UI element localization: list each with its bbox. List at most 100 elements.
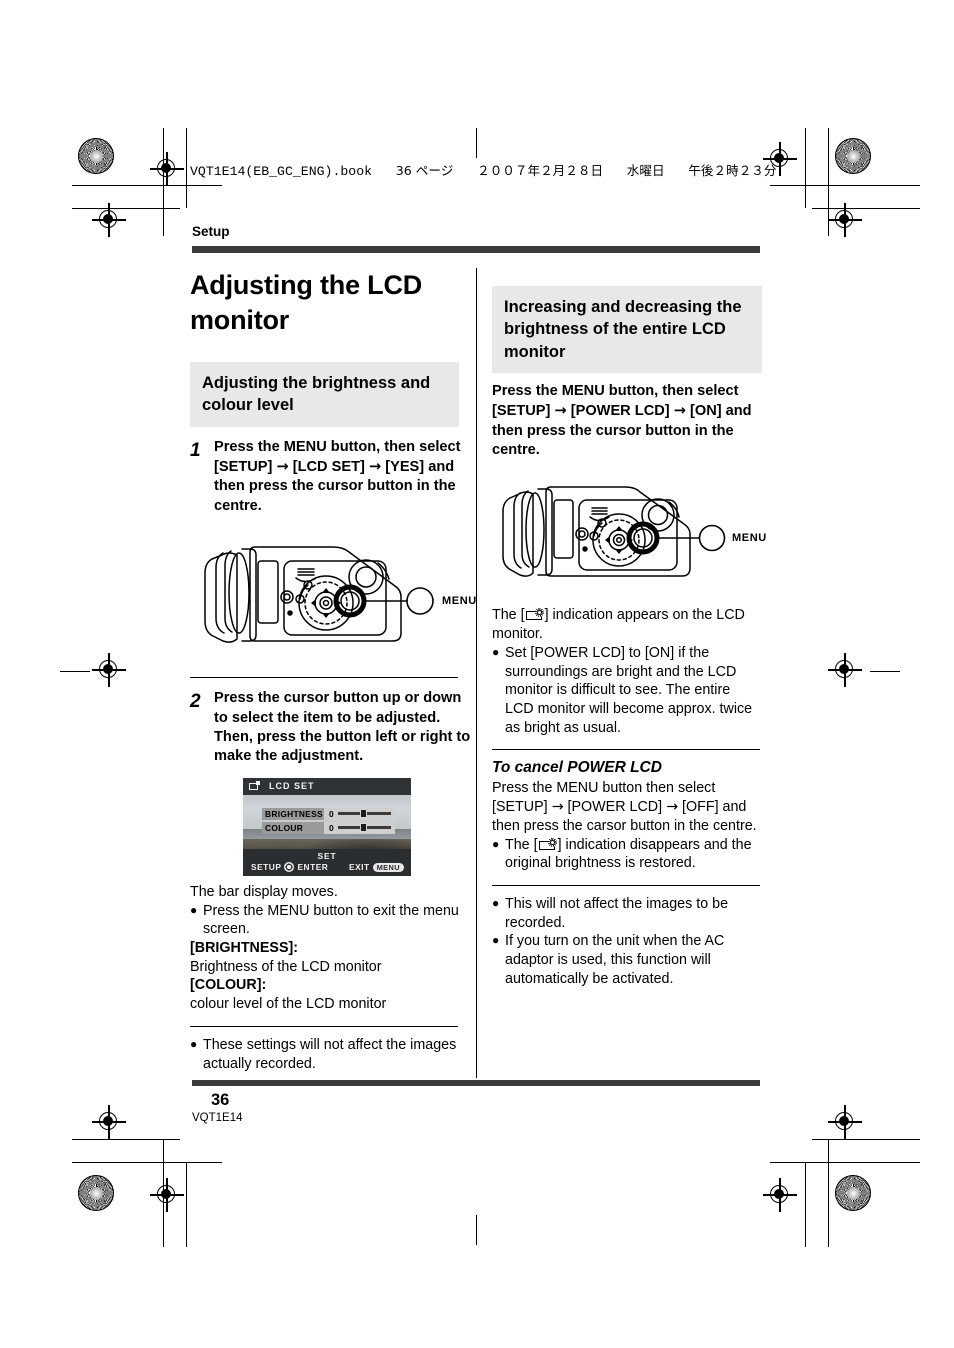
crop-tick-right-centre xyxy=(870,671,900,673)
bullet-exit-menu: ● Press the MENU button to exit the menu… xyxy=(190,902,475,939)
screen-title-bar: LCD SET xyxy=(243,777,411,795)
cancel-bullet-prefix: The [ xyxy=(505,836,538,853)
step-2-number: 2 xyxy=(190,691,201,713)
menu-key-pill: MENU xyxy=(372,862,404,872)
step-1-text: Press the MENU button, then select [SETU… xyxy=(214,438,475,517)
screen-hint-exit-label: EXIT xyxy=(349,861,370,872)
definition-colour: colour level of the LCD monitor xyxy=(190,996,387,1013)
power-lcd-indicator-icon xyxy=(525,608,544,621)
crop-line-tr-v1 xyxy=(828,128,830,236)
page-number: 36 xyxy=(211,1091,230,1109)
term-brightness: [BRIGHTNESS]: xyxy=(190,940,299,957)
menu-callout-circle xyxy=(406,587,434,616)
colour-slider-track[interactable] xyxy=(337,823,391,833)
registration-target-left-middle xyxy=(92,653,126,687)
crop-line-bl-h1 xyxy=(72,1162,222,1164)
colour-value: 0 xyxy=(329,822,334,833)
brightness-slider-track[interactable] xyxy=(337,809,391,819)
bullet-dot-icon: ● xyxy=(492,644,500,659)
print-header-filename: VQT1E14(EB_GC_ENG).book xyxy=(190,164,373,179)
registration-target-left-lower xyxy=(92,1105,126,1139)
right-column: Increasing and decreasing the brightness… xyxy=(492,268,767,989)
divider-after-figure1 xyxy=(190,677,458,679)
arrow-icon: → xyxy=(673,402,686,420)
setting-label-brightness: BRIGHTNESS xyxy=(262,807,324,820)
setting-row-colour[interactable]: COLOUR 0 xyxy=(262,821,395,834)
camera-illustration-power-lcd: MENU xyxy=(496,468,767,598)
crop-line-tl-h1 xyxy=(72,185,222,187)
print-density-star-mark-bottom-right xyxy=(835,1175,871,1211)
divider-before-final-note xyxy=(190,1025,458,1027)
screen-bottom-bar: SET SETUP ENTER EXIT MENU xyxy=(243,848,411,876)
setting-value-colour[interactable]: 0 xyxy=(324,821,395,834)
lcd-set-screen-screenshot: LCD SET BRIGHTNESS 0 COLOUR 0 SET SETUP … xyxy=(243,777,411,876)
page-title: Adjusting the LCD monitor xyxy=(190,270,423,335)
camera-diagram-svg xyxy=(502,486,726,578)
menu-callout-label: MENU xyxy=(442,595,477,608)
document-code: VQT1E14 xyxy=(192,1112,243,1124)
brightness-value: 0 xyxy=(329,808,334,819)
camera-diagram-svg xyxy=(204,546,434,644)
screen-setting-rows: BRIGHTNESS 0 COLOUR 0 xyxy=(262,807,395,836)
step-2-text: Press the cursor button up or down to se… xyxy=(214,690,471,765)
bullet-dot-icon: ● xyxy=(190,1036,198,1051)
crop-line-br-h1 xyxy=(770,1162,920,1164)
arrow-icon: → xyxy=(276,458,289,476)
menu-callout-label: MENU xyxy=(732,532,767,545)
brightness-slider-knob[interactable] xyxy=(360,809,368,819)
crop-line-br-v2 xyxy=(805,1162,807,1247)
cancel-power-lcd-instruction: Press the MENU button then select [SETUP… xyxy=(492,779,762,835)
bullet-no-effect-on-images: ● This will not affect the images to be … xyxy=(492,895,762,932)
bullet-indication-disappears: ● The [] indication disappears and the o… xyxy=(492,836,762,873)
screen-bottom-hints: SETUP ENTER EXIT MENU xyxy=(243,861,411,872)
subheading-power-lcd: Increasing and decreasing the brightness… xyxy=(492,286,762,373)
bullet-no-effect-on-images-text: This will not affect the images to be re… xyxy=(505,896,729,931)
bullet-set-power-lcd-on-text: Set [POWER LCD] to [ON] if the surroundi… xyxy=(505,644,753,736)
setting-value-brightness[interactable]: 0 xyxy=(324,807,395,820)
heading-cancel-power-lcd: To cancel POWER LCD xyxy=(492,759,662,777)
column-divider xyxy=(476,268,477,1078)
definition-brightness: Brightness of the LCD monitor xyxy=(190,958,382,975)
arrow-icon: → xyxy=(666,799,679,816)
bullet-ac-adaptor: ● If you turn on the unit when the AC ad… xyxy=(492,932,762,988)
crop-line-tr-h1 xyxy=(770,185,920,187)
step-1: 1 Press the MENU button, then select [SE… xyxy=(190,438,475,517)
colour-slider-knob[interactable] xyxy=(360,823,368,833)
arrow-icon: → xyxy=(368,458,382,476)
crop-tick-top-centre xyxy=(476,128,478,158)
left-column: Adjusting the LCD monitor Adjusting the … xyxy=(190,268,477,1073)
print-header-date: ２００７年２月２８日 xyxy=(477,163,604,178)
lcd-set-icon xyxy=(249,780,260,791)
crop-line-tr-v2 xyxy=(805,128,807,208)
screen-title: LCD SET xyxy=(269,781,315,792)
bar-display-note: The bar display moves. xyxy=(190,883,338,900)
bullet-exit-menu-text: Press the MENU button to exit the menu s… xyxy=(203,902,459,938)
print-density-star-mark-top-right xyxy=(835,138,871,174)
bullet-settings-no-effect-text: These settings will not affect the image… xyxy=(203,1036,457,1072)
cancel-text-b: [POWER LCD] xyxy=(563,799,667,816)
screen-set-label: SET xyxy=(317,850,337,861)
indication-prefix: The [ xyxy=(492,607,525,624)
bullet-dot-icon: ● xyxy=(492,896,500,911)
print-density-star-mark-top-left xyxy=(78,138,114,174)
crop-line-br-v1 xyxy=(828,1139,830,1247)
registration-target-right-lower xyxy=(828,1105,862,1139)
setting-label-colour: COLOUR xyxy=(262,821,324,834)
screen-hint-exit: EXIT MENU xyxy=(349,862,404,872)
power-lcd-indication-note: The [] indication appears on the LCD mon… xyxy=(492,606,762,643)
setting-row-brightness[interactable]: BRIGHTNESS 0 xyxy=(262,807,395,820)
crop-tick-left-centre xyxy=(60,671,90,673)
power-lcd-indicator-icon xyxy=(538,837,557,850)
joystick-icon xyxy=(284,861,295,872)
bullet-dot-icon: ● xyxy=(190,902,198,917)
bullet-dot-icon: ● xyxy=(492,836,500,851)
print-header-page-marker: 36 ページ xyxy=(395,163,454,178)
crop-line-bl-v1 xyxy=(163,1139,165,1247)
power-lcd-text-b: [POWER LCD] xyxy=(566,403,674,420)
registration-target-bottom-left xyxy=(150,1178,184,1212)
subheading-brightness-colour: Adjusting the brightness and colour leve… xyxy=(190,362,459,427)
divider-before-right-final-notes xyxy=(492,885,760,887)
power-lcd-instruction: Press the MENU button, then select [SETU… xyxy=(492,382,762,461)
screen-hint-setup-label: SETUP xyxy=(251,861,282,872)
arrow-icon: → xyxy=(551,799,564,816)
